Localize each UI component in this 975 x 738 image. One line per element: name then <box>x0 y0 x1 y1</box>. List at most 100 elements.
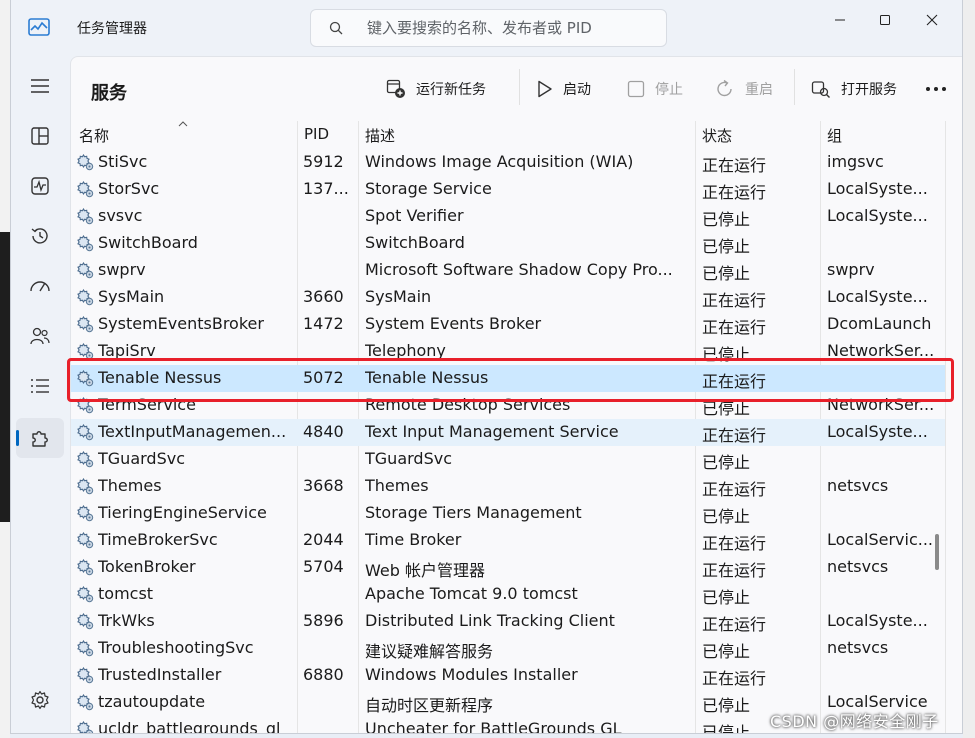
run-new-task-label: 运行新任务 <box>416 82 486 98</box>
service-group: LocalSyste... <box>827 206 928 225</box>
table-row[interactable]: TextInputManagemen... 4840 Text Input Mana… <box>71 419 945 446</box>
nav-settings[interactable] <box>16 680 64 720</box>
service-description: Text Input Management Service <box>365 422 619 441</box>
title-bar[interactable]: 任务管理器 <box>11 0 962 56</box>
run-new-task-button[interactable]: 运行新任务 <box>386 73 486 105</box>
close-button[interactable] <box>909 6 955 34</box>
table-row[interactable]: TokenBroker 5704 Web 帐户管理器 正在运行 netsvcs <box>71 554 945 581</box>
service-gear-icon <box>77 639 94 657</box>
search-input[interactable] <box>367 16 657 40</box>
scrollbar-thumb[interactable] <box>935 534 939 570</box>
table-row[interactable]: svsvc Spot Verifier 已停止 LocalSyste... <box>71 203 945 230</box>
service-name: TieringEngineService <box>98 503 267 522</box>
start-button[interactable]: 启动 <box>537 73 591 105</box>
search-box[interactable] <box>310 9 667 47</box>
column-header-group[interactable]: 组 <box>827 125 842 146</box>
service-gear-icon <box>77 531 94 549</box>
restart-button[interactable]: 重启 <box>715 73 773 105</box>
table-row[interactable]: Themes 3668 Themes 正在运行 netsvcs <box>71 473 945 500</box>
service-name: Themes <box>98 476 162 495</box>
sort-ascending-icon[interactable] <box>178 121 188 127</box>
table-row[interactable]: TimeBrokerSvc 2044 Time Broker 正在运行 LocalSer… <box>71 527 945 554</box>
nav-processes[interactable] <box>16 116 64 156</box>
service-description: System Events Broker <box>365 314 542 333</box>
nav-services[interactable] <box>16 418 64 458</box>
column-header-description[interactable]: 描述 <box>365 125 395 146</box>
active-nav-indicator <box>16 430 19 446</box>
services-puzzle-icon <box>32 431 48 447</box>
nav-details[interactable] <box>16 366 64 406</box>
service-gear-icon <box>77 585 94 603</box>
nav-startup-apps[interactable] <box>16 266 64 306</box>
service-description: Distributed Link Tracking Client <box>365 611 615 630</box>
service-group: LocalSyste... <box>827 287 928 306</box>
service-description: Storage Service <box>365 179 492 198</box>
table-row[interactable]: SysMain 3660 SysMain 正在运行 LocalSyste... <box>71 284 945 311</box>
users-icon <box>30 327 50 345</box>
service-pid: 1472 <box>303 314 344 333</box>
service-description: TGuardSvc <box>365 449 452 468</box>
table-row[interactable]: TrustedInstaller 6880 Windows Modules Inst… <box>71 662 945 689</box>
close-icon <box>926 14 938 26</box>
service-status: 正在运行 <box>702 156 767 175</box>
table-row[interactable]: TrkWks 5896 Distributed Link Tracking Clie… <box>71 608 945 635</box>
service-gear-icon <box>77 612 94 630</box>
service-group: swprv <box>827 260 875 279</box>
vertical-scrollbar[interactable] <box>951 149 962 733</box>
table-header: 名称 PID 描述 状态 组 <box>71 121 962 147</box>
service-name: SystemEventsBroker <box>98 314 264 333</box>
table-row[interactable]: swprv Microsoft Software Shadow Copy Pro.… <box>71 257 945 284</box>
nav-performance[interactable] <box>16 166 64 206</box>
nav-app-history[interactable] <box>16 216 64 256</box>
settings-gear-icon <box>31 690 49 710</box>
table-row[interactable]: TroubleshootingSvc 建议疑难解答服务 已停止 netsvcs <box>71 635 945 662</box>
column-header-status[interactable]: 状态 <box>702 125 732 146</box>
stop-button[interactable]: 停止 <box>627 73 683 105</box>
service-pid: 3660 <box>303 287 344 306</box>
column-header-pid[interactable]: PID <box>304 125 329 143</box>
service-description: Time Broker <box>365 530 462 549</box>
service-gear-icon <box>77 207 94 225</box>
service-name: svsvc <box>98 206 143 225</box>
service-pid: 5896 <box>303 611 344 630</box>
table-row[interactable]: StorSvc 137... Storage Service 正在运行 LocalSys… <box>71 176 945 203</box>
service-name: tzautoupdate <box>98 692 206 711</box>
service-description: Apache Tomcat 9.0 tomcst <box>365 584 578 603</box>
service-pid: 4840 <box>303 422 344 441</box>
service-description: SwitchBoard <box>365 233 465 252</box>
nav-users[interactable] <box>16 316 64 356</box>
table-row[interactable]: StiSvc 5912 Windows Image Acquisition (WIA… <box>71 149 945 176</box>
service-group: netsvcs <box>827 638 889 657</box>
service-description: SysMain <box>365 287 432 306</box>
service-status: 正在运行 <box>702 426 767 445</box>
table-row[interactable]: SystemEventsBroker 1472 System Events Brok… <box>71 311 945 338</box>
service-name: TimeBrokerSvc <box>98 530 218 549</box>
table-row[interactable]: SwitchBoard SwitchBoard 已停止 <box>71 230 945 257</box>
service-gear-icon <box>77 720 94 733</box>
maximize-button[interactable] <box>862 6 908 34</box>
service-group: netsvcs <box>827 476 889 495</box>
annotation-highlight-box <box>67 358 954 402</box>
column-header-name[interactable]: 名称 <box>79 125 109 146</box>
table-row[interactable]: TieringEngineService Storage Tiers Manage… <box>71 500 945 527</box>
service-pid: 2044 <box>303 530 344 549</box>
open-services-button[interactable]: 打开服务 <box>811 73 897 105</box>
service-name: SysMain <box>98 287 165 306</box>
service-status: 已停止 <box>702 237 751 256</box>
service-gear-icon <box>77 261 94 279</box>
table-row[interactable]: TGuardSvc TGuardSvc 已停止 <box>71 446 945 473</box>
column-divider[interactable] <box>945 121 946 733</box>
more-options-button[interactable] <box>925 73 957 105</box>
service-gear-icon <box>77 450 94 468</box>
start-label: 启动 <box>563 82 591 98</box>
menu-button[interactable] <box>16 66 64 106</box>
minimize-button[interactable] <box>817 6 863 34</box>
play-icon <box>538 80 552 98</box>
service-description: Spot Verifier <box>365 206 464 225</box>
table-row[interactable]: tomcst Apache Tomcat 9.0 tomcst 已停止 <box>71 581 945 608</box>
service-status: 已停止 <box>702 588 751 607</box>
more-dots-icon <box>926 87 946 91</box>
service-group: imgsvc <box>827 152 884 171</box>
service-pid: 3668 <box>303 476 344 495</box>
run-new-task-icon <box>386 79 405 98</box>
